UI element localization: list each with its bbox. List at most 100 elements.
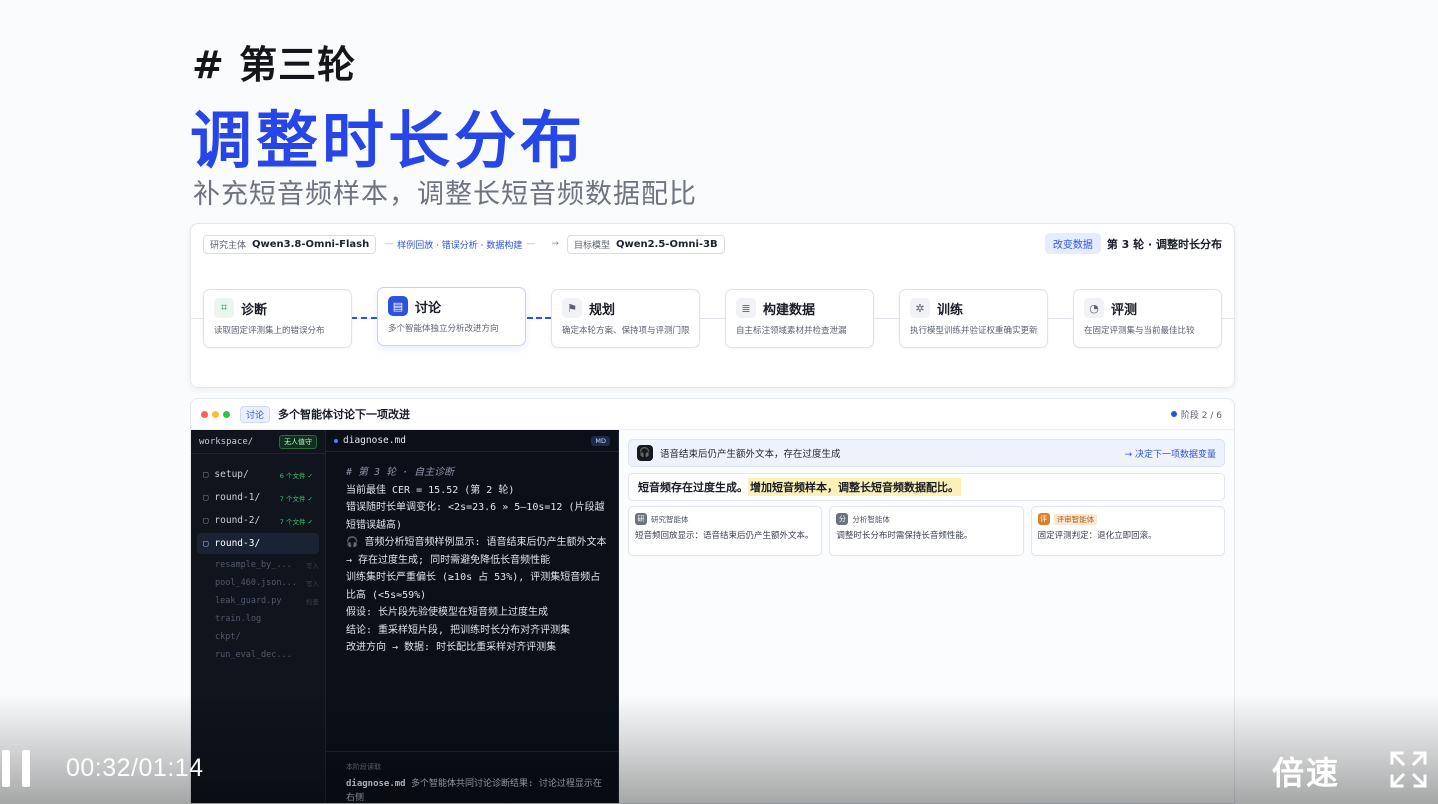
file-item[interactable]: run_eval_dec... <box>215 646 319 663</box>
file-item[interactable]: pool_460.json... 写入 <box>215 574 319 591</box>
folder-round-2[interactable]: ▢ round-2/ 7 个文件 ✓ <box>197 510 319 531</box>
editor-line: 改进方向 → 数据: 时长配比重采样对齐评测集 <box>346 642 557 653</box>
stage-indicator: 阶段 2 / 6 <box>1170 408 1222 421</box>
editor-line: 🎧 音频分析短音频样例显示: 语音结束后仍产生额外文本 → 存在过度生成; 同时… <box>346 537 607 566</box>
step-desc: 读取固定评测集上的错误分布 <box>214 326 325 336</box>
question-text: 语音结束后仍产生额外文本，存在过度生成 <box>660 449 841 460</box>
step-train[interactable]: ✲ 训练 执行模型训练并验证权重确实更新 <box>899 289 1048 348</box>
pause-button[interactable] <box>0 750 40 790</box>
agent-name: 评审智能体 <box>1053 513 1098 525</box>
editor-line: 当前最佳 CER = 15.52 (第 2 轮) <box>346 484 515 496</box>
flag-icon: ⚑ <box>562 298 582 318</box>
folder-name: setup/ <box>214 469 249 480</box>
researcher-model: Qwen3.8-Omni-Flash <box>252 238 370 250</box>
folder-icon: ▢ <box>203 515 209 526</box>
footer-label: 本阶段读取 <box>346 763 381 771</box>
pipeline-flow: 研究主体 Qwen3.8-Omni-Flash — 样例回放 · 错误分析 · … <box>203 234 725 254</box>
file-item[interactable]: ckpt/ <box>215 628 319 645</box>
workspace-root[interactable]: workspace/ <box>199 437 253 447</box>
section-kicker: # 第三轮 <box>192 43 357 87</box>
agent-message: 固定评测判定：退化立即回滚。 <box>1037 531 1157 541</box>
playback-speed-button[interactable]: 倍速 <box>1272 748 1340 794</box>
gear-icon: ✲ <box>910 298 930 318</box>
conclusion-highlight: 增加短音频样本，调整长短音频数据配比。 <box>748 478 961 496</box>
file-count: 7 个文件 ✓ <box>279 494 313 503</box>
round-label: 第 3 轮 · 调整时长分布 <box>1106 237 1222 251</box>
file-item[interactable]: leak_guard.py 检查 <box>215 592 319 609</box>
question-bar: 🎧 语音结束后仍产生额外文本，存在过度生成 → 决定下一项数据变量 <box>628 439 1225 467</box>
editor-line: 错误随时长单调变化: <2s=23.6 » 5–10s=12 (片段越短错误越高… <box>346 502 605 531</box>
step-diagnose[interactable]: ⌗ 诊断 读取固定评测集上的错误分布 <box>203 289 352 348</box>
step-evaluate[interactable]: ◔ 评测 在固定评测集与当前最佳比较 <box>1073 289 1222 348</box>
step-desc: 在固定评测集与当前最佳比较 <box>1084 326 1195 336</box>
stage-text: 阶段 2 / 6 <box>1180 410 1222 421</box>
step-plan[interactable]: ⚑ 规划 确定本轮方案、保持项与评测门限 <box>551 289 700 348</box>
sidebar-header: workspace/ 无人值守 <box>191 430 325 454</box>
window-titlebar: 讨论 多个智能体讨论下一项改进 阶段 2 / 6 <box>191 399 1234 430</box>
unattended-badge: 无人值守 <box>279 434 317 449</box>
gauge-icon: ◔ <box>1084 298 1104 318</box>
headphones-icon: 🎧 <box>637 445 653 461</box>
step-build-data[interactable]: ≣ 构建数据 自主标注领域素材并检查泄漏 <box>725 289 874 348</box>
markdown-editor: diagnose.md MD # 第 3 轮 · 自主诊断 当前最佳 CER =… <box>326 430 619 803</box>
page-title: 调整时长分布 <box>190 104 587 177</box>
folder-setup[interactable]: ▢ setup/ 6 个文件 ✓ <box>197 464 319 485</box>
target-model: Qwen2.5-Omni-3B <box>615 238 718 250</box>
agent-name: 分析智能体 <box>852 514 890 524</box>
step-desc: 自主标注领域素材并检查泄漏 <box>736 326 847 336</box>
file-name: run_eval_dec... <box>215 649 292 660</box>
researcher-label: 研究主体 <box>210 240 247 251</box>
conclusion-bar: 短音频存在过度生成。 增加短音频样本，调整长短音频数据配比。 <box>628 473 1225 501</box>
flow-link: — 样例回放 · 错误分析 · 数据构建 — <box>384 238 535 251</box>
file-count: 6 个文件 ✓ <box>279 471 313 480</box>
step-desc: 确定本轮方案、保持项与评测门限 <box>562 326 690 336</box>
stage-tag: 讨论 <box>240 405 271 423</box>
md-badge: MD <box>591 435 610 446</box>
folder-icon: ▢ <box>203 469 209 480</box>
dash-connector: — <box>384 239 394 249</box>
file-tag: 检查 <box>306 597 319 606</box>
pipeline-panel: 研究主体 Qwen3.8-Omni-Flash — 样例回放 · 错误分析 · … <box>190 223 1235 388</box>
file-name: resample_by_... <box>215 559 292 570</box>
folder-name: round-2/ <box>214 515 261 526</box>
file-name: leak_guard.py <box>215 595 282 606</box>
file-count: 7 个文件 ✓ <box>279 517 313 526</box>
step-desc: 多个智能体独立分析改进方向 <box>388 324 499 334</box>
dash-connector: — <box>526 239 536 249</box>
step-title: 讨论 <box>415 300 442 316</box>
decision-link[interactable]: → 决定下一项数据变量 <box>1125 447 1216 460</box>
close-dot[interactable] <box>201 410 208 418</box>
file-dot-icon <box>334 438 338 443</box>
maximize-dot[interactable] <box>223 410 230 418</box>
file-name: ckpt/ <box>215 631 241 642</box>
agent-message: 调整时长分布时需保持长音频性能。 <box>836 531 973 541</box>
round-info: 改变数据 第 3 轮 · 调整时长分布 <box>1044 233 1222 254</box>
editor-tab[interactable]: diagnose.md MD <box>326 430 618 452</box>
editor-line: # 第 3 轮 · 自主诊断 <box>346 467 455 478</box>
change-data-badge: 改变数据 <box>1044 233 1101 254</box>
minimize-dot[interactable] <box>212 410 219 418</box>
editor-content[interactable]: # 第 3 轮 · 自主诊断 当前最佳 CER = 15.52 (第 2 轮) … <box>326 452 618 657</box>
folder-open-icon: ▢ <box>203 538 209 549</box>
editor-line: 结论: 重采样短片段, 把训练时长分布对齐评测集 <box>346 624 571 636</box>
file-item[interactable]: train.log <box>215 610 319 627</box>
target-chip: 目标模型 Qwen2.5-Omni-3B <box>566 234 725 254</box>
fullscreen-icon[interactable] <box>1390 751 1427 788</box>
folder-name: round-3/ <box>214 538 261 549</box>
file-name: train.log <box>215 613 262 624</box>
arrow-right-icon: → <box>551 239 559 249</box>
agent-card-analysis: 分 分析智能体 调整时长分布时需保持长音频性能。 <box>829 506 1024 556</box>
step-discuss[interactable]: ▤ 讨论 多个智能体独立分析改进方向 <box>377 287 526 346</box>
step-title: 构建数据 <box>763 302 816 318</box>
folder-round-3[interactable]: ▢ round-3/ <box>197 533 319 554</box>
editor-line: 训练集时长严重偏长 (≥10s 占 53%), 评测集短音频占比高 (<5s≈5… <box>346 572 601 601</box>
agent-message: 短音频回放显示：语音结束后仍产生额外文本。 <box>635 531 814 541</box>
file-item[interactable]: resample_by_... 写入 <box>215 556 319 573</box>
pause-bar-icon <box>22 750 30 787</box>
folder-round-1[interactable]: ▢ round-1/ 7 个文件 ✓ <box>197 487 319 508</box>
agent-card-review: 评 评审智能体 固定评测判定：退化立即回滚。 <box>1030 506 1225 556</box>
flow-text: 样例回放 · 错误分析 · 数据构建 <box>397 240 523 251</box>
discussion-pane: 🎧 语音结束后仍产生额外文本，存在过度生成 → 决定下一项数据变量 短音频存在过… <box>619 430 1234 803</box>
agent-cards: 研 研究智能体 短音频回放显示：语音结束后仍产生额外文本。 分 分析智能体 调整… <box>628 506 1225 556</box>
scan-icon: ⌗ <box>214 298 234 318</box>
